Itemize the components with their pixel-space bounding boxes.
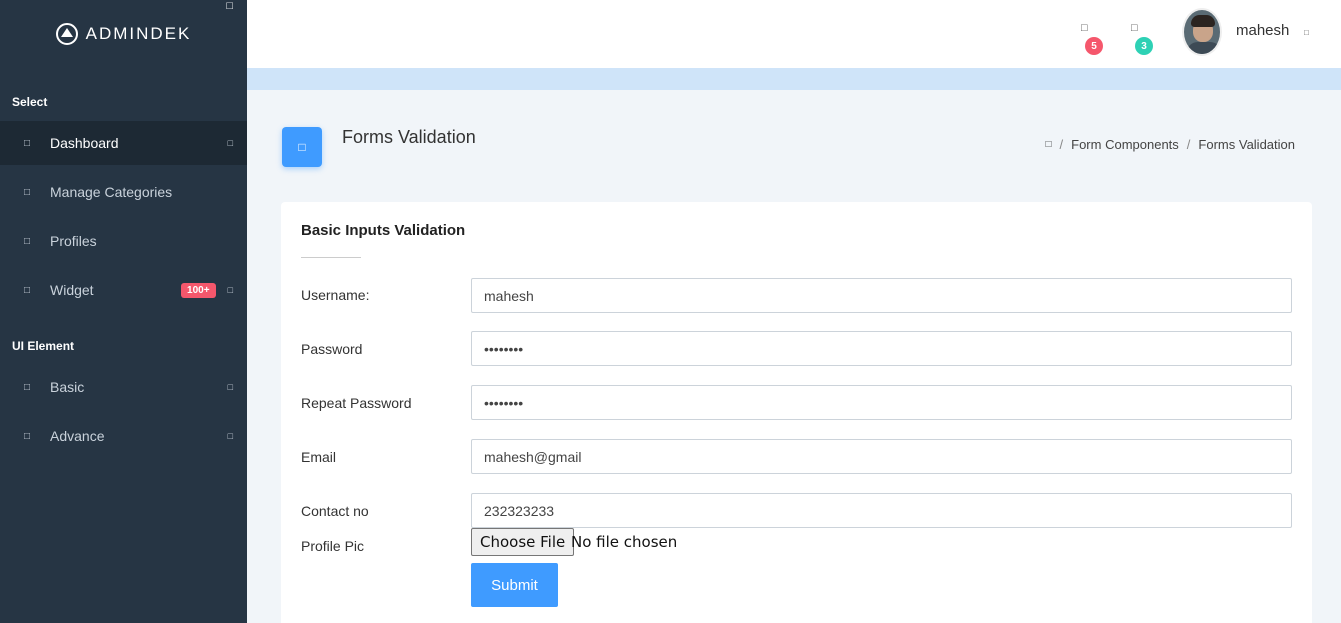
sidebar-item-label: Basic: [50, 379, 85, 395]
advance-icon: □: [24, 430, 31, 442]
chevron-icon: □: [227, 138, 233, 148]
page-title-icon: □: [282, 127, 322, 167]
bell-icon[interactable]: □: [1081, 22, 1088, 34]
sidebar-nav-main: □ Dashboard □ □ Manage Categories □ Prof…: [0, 121, 247, 312]
widget-count-badge: 100+: [181, 282, 216, 298]
avatar[interactable]: [1182, 8, 1222, 56]
sidebar-item-label: Manage Categories: [50, 184, 173, 200]
breadcrumb-separator: /: [1059, 137, 1064, 152]
form-card: Basic Inputs Validation Username: Passwo…: [281, 202, 1312, 623]
email-label: Email: [301, 449, 337, 465]
widget-icon: □: [24, 284, 31, 296]
sidebar-item-label: Widget: [50, 282, 94, 298]
home-icon[interactable]: □: [1045, 139, 1051, 150]
repeat-password-input[interactable]: [471, 385, 1292, 420]
sidebar-section-ui-element: UI Element: [12, 339, 75, 353]
contact-input[interactable]: [471, 493, 1292, 528]
top-header: [247, 0, 1341, 68]
sidebar: ADMINDEK □ Select □ Dashboard □ □ Manage…: [0, 0, 247, 623]
header-strip: [247, 68, 1341, 90]
dashboard-icon: □: [24, 137, 31, 149]
breadcrumb-current: Forms Validation: [1198, 137, 1295, 152]
sidebar-toggle-icon[interactable]: □: [226, 0, 233, 12]
brand-logo[interactable]: ADMINDEK □: [0, 0, 247, 68]
sidebar-item-advance[interactable]: □ Advance □: [0, 414, 247, 458]
choose-file-button[interactable]: Choose File: [471, 528, 575, 556]
sidebar-item-label: Dashboard: [50, 135, 119, 151]
notification-count-badge: 5: [1085, 37, 1103, 55]
basic-icon: □: [24, 381, 31, 393]
sidebar-item-label: Advance: [50, 428, 105, 444]
email-input[interactable]: [471, 439, 1292, 474]
sidebar-item-manage-categories[interactable]: □ Manage Categories: [0, 170, 247, 214]
chevron-icon: □: [227, 285, 233, 295]
contact-label: Contact no: [301, 503, 369, 519]
chevron-down-icon[interactable]: □: [1304, 28, 1309, 37]
profiles-icon: □: [24, 235, 31, 247]
brand-name: ADMINDEK: [85, 24, 192, 43]
sidebar-nav-ui: □ Basic □ □ Advance □: [0, 365, 247, 458]
file-status-text: No file chosen: [571, 533, 678, 551]
username-label: Username:: [301, 287, 370, 303]
logo-icon: [55, 23, 78, 45]
user-name[interactable]: mahesh: [1236, 22, 1289, 39]
password-label: Password: [301, 341, 363, 357]
breadcrumb: □ / Form Components / Forms Validation: [1045, 137, 1295, 152]
sidebar-item-basic[interactable]: □ Basic □: [0, 365, 247, 409]
submit-button[interactable]: Submit: [471, 563, 558, 607]
page-title: Forms Validation: [342, 127, 476, 147]
breadcrumb-separator: /: [1186, 137, 1191, 152]
message-count-badge: 3: [1135, 37, 1153, 55]
profile-pic-label: Profile Pic: [301, 538, 365, 554]
sidebar-item-profiles[interactable]: □ Profiles: [0, 219, 247, 263]
message-icon[interactable]: □: [1131, 22, 1138, 34]
sidebar-section-select: Select: [12, 95, 48, 109]
password-input[interactable]: [471, 331, 1292, 366]
breadcrumb-form-components[interactable]: Form Components: [1071, 137, 1179, 152]
username-input[interactable]: [471, 278, 1292, 313]
card-title: Basic Inputs Validation: [301, 222, 466, 239]
sidebar-item-label: Profiles: [50, 233, 97, 249]
chevron-icon: □: [227, 431, 233, 441]
card-divider: [301, 257, 361, 258]
chevron-icon: □: [227, 382, 233, 392]
sidebar-item-widget[interactable]: □ Widget 100+ □: [0, 268, 247, 312]
sidebar-item-dashboard[interactable]: □ Dashboard □: [0, 121, 247, 165]
repeat-password-label: Repeat Password: [301, 395, 412, 411]
categories-icon: □: [24, 186, 31, 198]
